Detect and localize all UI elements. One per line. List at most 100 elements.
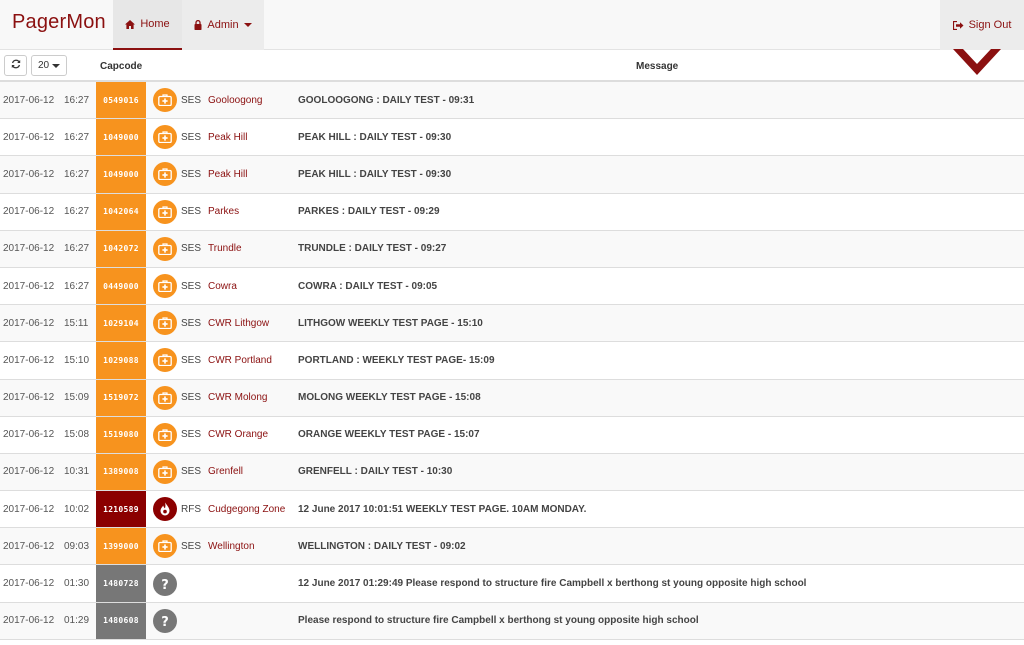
- capcode-badge[interactable]: 1042064: [96, 193, 146, 230]
- message-text: COWRA : DAILY TEST - 09:05: [298, 280, 438, 292]
- question-icon: ?: [153, 608, 177, 633]
- alias-link[interactable]: Cudgegong Zone: [208, 491, 285, 527]
- message-text: 12 June 2017 01:29:49 Please respond to …: [298, 578, 807, 590]
- table-row: 2017-06-12 15:10 1029088 SES CWR Portland POR…: [0, 342, 1024, 380]
- agency-label: RFS: [181, 503, 201, 515]
- nav-admin-label: Admin: [207, 19, 239, 31]
- alias-link[interactable]: Wellington: [208, 528, 255, 564]
- message-text: Please respond to structure fire Campbel…: [298, 615, 699, 627]
- nav-home[interactable]: Home: [113, 0, 182, 50]
- nav-admin-dropdown[interactable]: Admin: [182, 0, 264, 50]
- capcode-badge[interactable]: 1049000: [96, 119, 146, 156]
- timestamp: 2017-06-12 01:29: [3, 603, 93, 639]
- refresh-icon: [11, 59, 21, 72]
- alias-link[interactable]: Peak Hill: [208, 156, 247, 192]
- table-row: 2017-06-12 15:11 1029104 SES CWR Lithgow LITH…: [0, 305, 1024, 343]
- column-header-message: Message: [636, 61, 679, 72]
- per-page-select[interactable]: 20: [31, 55, 67, 76]
- message-time: 16:27: [64, 94, 90, 106]
- table-row: 2017-06-12 09:03 1399000 SES Wellington WELLI…: [0, 528, 1024, 566]
- message-time: 16:27: [64, 280, 90, 292]
- brand-logo[interactable]: PagerMon: [12, 11, 106, 34]
- capcode-badge[interactable]: 1519072: [96, 379, 146, 416]
- alias-link[interactable]: CWR Molong: [208, 380, 267, 416]
- message-table-body: 2017-06-12 16:27 0549016 SES Gooloogong GOOLO…: [0, 82, 1024, 640]
- message-text: PEAK HILL : DAILY TEST - 09:30: [298, 168, 452, 180]
- collapse-chevron-icon[interactable]: [953, 49, 1001, 80]
- column-header-capcode: Capcode: [100, 61, 143, 72]
- per-page-value: 20: [37, 60, 50, 71]
- message-time: 10:02: [64, 503, 90, 515]
- message-date: 2017-06-12: [3, 168, 55, 180]
- table-row: 2017-06-12 16:27 1049000 SES Peak Hill PEAK H…: [0, 156, 1024, 194]
- message-time: 10:31: [64, 466, 90, 478]
- navbar: PagerMon Home Admin Sign Out: [0, 0, 1024, 50]
- message-date: 2017-06-12: [3, 466, 55, 478]
- message-date: 2017-06-12: [3, 206, 55, 218]
- table-row: 2017-06-12 16:27 0549016 SES Gooloogong GOOLO…: [0, 82, 1024, 120]
- message-time: 16:27: [64, 206, 90, 218]
- ses-medkit-icon: [153, 125, 177, 150]
- message-date: 2017-06-12: [3, 429, 55, 441]
- message-date: 2017-06-12: [3, 94, 55, 106]
- message-time: 01:30: [64, 578, 90, 590]
- refresh-button[interactable]: [4, 55, 27, 76]
- table-row: 2017-06-12 10:31 1389008 SES Grenfell GRENFEL…: [0, 453, 1024, 492]
- capcode-badge[interactable]: 1049000: [96, 156, 146, 193]
- ses-medkit-icon: [153, 162, 177, 187]
- capcode-badge[interactable]: 0549016: [96, 82, 146, 119]
- timestamp: 2017-06-12 16:27: [3, 231, 93, 267]
- message-date: 2017-06-12: [3, 540, 55, 552]
- alias-link[interactable]: Parkes: [208, 194, 239, 230]
- timestamp: 2017-06-12 01:30: [3, 565, 93, 601]
- table-row: 2017-06-12 16:27 1042072 SES Trundle TRUNDLE …: [0, 230, 1024, 268]
- message-time: 01:29: [64, 615, 90, 627]
- ses-medkit-icon: [153, 534, 177, 559]
- capcode-badge[interactable]: 0449000: [96, 267, 146, 305]
- capcode-badge[interactable]: 1042072: [96, 230, 146, 267]
- message-time: 15:09: [64, 392, 90, 404]
- table-row: 2017-06-12 01:30 1480728? 12 June 2017 01:2…: [0, 565, 1024, 603]
- alias-link[interactable]: CWR Orange: [208, 417, 268, 453]
- capcode-badge[interactable]: 1519080: [96, 416, 146, 453]
- capcode-badge[interactable]: 1210589: [96, 491, 146, 528]
- message-time: 16:27: [64, 168, 90, 180]
- message-text: PEAK HILL : DAILY TEST - 09:30: [298, 131, 452, 143]
- agency-label: SES: [181, 168, 202, 180]
- agency-label: SES: [181, 94, 202, 106]
- capcode-badge[interactable]: 1480608: [96, 602, 146, 639]
- message-date: 2017-06-12: [3, 280, 55, 292]
- timestamp: 2017-06-12 16:27: [3, 82, 93, 118]
- alias-link[interactable]: CWR Lithgow: [208, 305, 269, 341]
- timestamp: 2017-06-12 15:10: [3, 342, 93, 378]
- ses-medkit-icon: [153, 459, 177, 484]
- alias-link[interactable]: Cowra: [208, 268, 237, 304]
- ses-medkit-icon: [153, 422, 177, 447]
- rfs-flame-icon: [153, 497, 177, 522]
- message-text: LITHGOW WEEKLY TEST PAGE - 15:10: [298, 317, 483, 329]
- ses-medkit-icon: [153, 236, 177, 261]
- capcode-badge[interactable]: 1029088: [96, 342, 146, 379]
- alias-link[interactable]: Trundle: [208, 231, 242, 267]
- nav-home-label: Home: [140, 18, 170, 30]
- message-date: 2017-06-12: [3, 354, 55, 366]
- timestamp: 2017-06-12 16:27: [3, 268, 93, 304]
- message-text: 12 June 2017 10:01:51 WEEKLY TEST PAGE. …: [298, 503, 587, 515]
- alias-link[interactable]: Peak Hill: [208, 119, 247, 155]
- timestamp: 2017-06-12 10:02: [3, 491, 93, 527]
- capcode-badge[interactable]: 1480728: [96, 565, 146, 602]
- capcode-badge[interactable]: 1029104: [96, 305, 146, 342]
- table-row: 2017-06-12 16:27 1049000 SES Peak Hill PEAK H…: [0, 119, 1024, 157]
- alias-link[interactable]: Grenfell: [208, 454, 243, 490]
- agency-label: SES: [181, 243, 202, 255]
- ses-medkit-icon: [153, 385, 177, 410]
- alias-link[interactable]: CWR Portland: [208, 342, 272, 378]
- capcode-badge[interactable]: 1389008: [96, 453, 146, 491]
- alias-link[interactable]: Gooloogong: [208, 82, 263, 118]
- message-date: 2017-06-12: [3, 392, 55, 404]
- chevron-down-icon: [52, 63, 61, 68]
- sign-out-link[interactable]: Sign Out: [940, 0, 1024, 50]
- capcode-badge[interactable]: 1399000: [96, 528, 146, 565]
- message-time: 16:27: [64, 243, 90, 255]
- message-time: 16:27: [64, 131, 90, 143]
